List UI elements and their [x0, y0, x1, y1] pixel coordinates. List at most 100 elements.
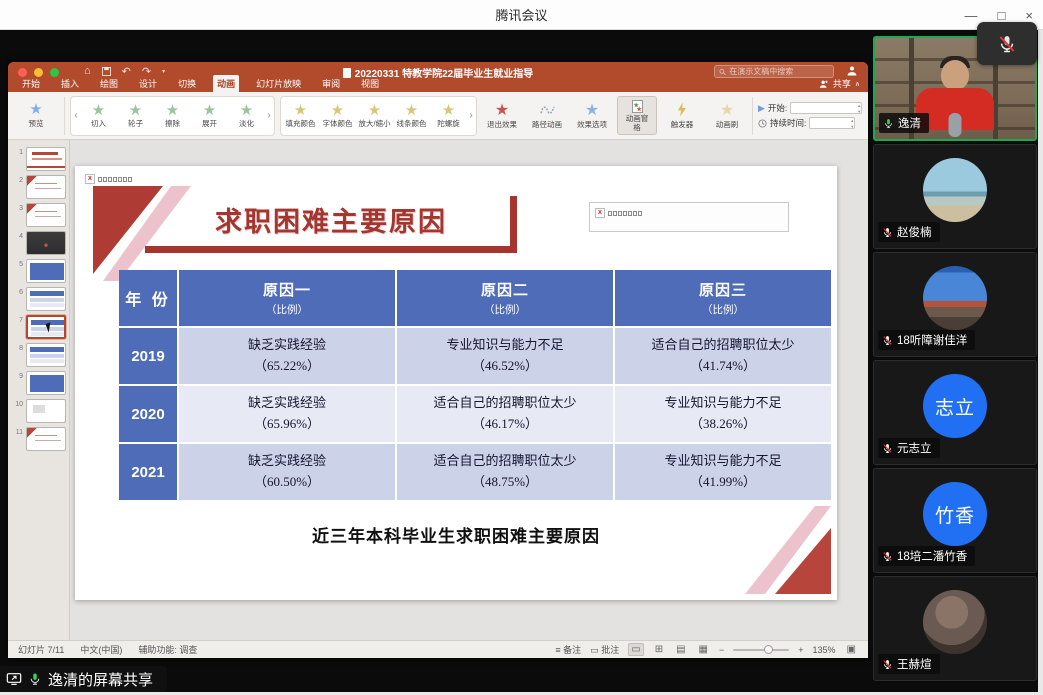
close-icon[interactable]: ×	[1025, 8, 1033, 23]
accessibility-status[interactable]: 辅助功能: 调查	[138, 643, 197, 656]
slide-indicator: 幻灯片 7/11	[18, 643, 64, 656]
maximize-icon[interactable]: □	[998, 8, 1006, 23]
mic-muted-icon	[882, 659, 893, 670]
trigger-button[interactable]: 触发器	[662, 102, 702, 130]
language-status[interactable]: 中文(中国)	[80, 643, 122, 656]
start-play-icon: ▶	[758, 103, 765, 114]
thumbnail-slide-6[interactable]: 6	[14, 287, 69, 311]
exit-effects-button[interactable]: ★ 退出效果	[482, 102, 522, 130]
thumbnail-slide-1[interactable]: 1	[14, 147, 69, 171]
window-title: 腾讯会议	[495, 5, 547, 24]
effect-wipe-in[interactable]: ★切入	[80, 103, 117, 129]
table-header-year: 年 份	[125, 286, 170, 310]
participant-tile[interactable]: 王赫煊	[873, 576, 1037, 681]
missing-media-placeholder: x	[85, 174, 132, 184]
animation-pane-button[interactable]: ★★ 动画窗格	[617, 96, 657, 134]
preview-button[interactable]: ★ 预览	[13, 103, 59, 129]
reading-view-icon[interactable]: ▤	[674, 644, 687, 655]
notes-icon: ≡	[555, 645, 560, 655]
participant-tile[interactable]: 18听障谢佳洋	[873, 252, 1037, 357]
slide-table[interactable]: 年 份 原因一（比例） 原因二（比例） 原因三（比例） 2019 缺乏实践经验（…	[119, 270, 831, 500]
tab-slideshow[interactable]: 幻灯片放映	[252, 75, 305, 92]
slide-sorter-icon[interactable]: ⊞	[653, 644, 665, 655]
add-person-icon	[819, 79, 829, 89]
tab-home[interactable]: 开始	[18, 75, 44, 92]
effect-spin[interactable]: ★陀螺旋	[430, 103, 467, 129]
tab-draw[interactable]: 绘图	[96, 75, 122, 92]
mic-muted-icon	[882, 443, 893, 454]
fit-to-window-icon[interactable]: ▣	[845, 644, 858, 655]
title-vertical-bar	[510, 196, 517, 253]
thumbnail-slide-10[interactable]: 10	[14, 399, 69, 423]
entrance-effects-gallery: ‹ ★切入 ★轮子 ★擦除 ★展开 ★淡化 ›	[70, 96, 275, 136]
motion-path-button[interactable]: 路径动画	[527, 102, 567, 130]
mic-muted-icon	[882, 335, 893, 346]
effect-grow-shrink[interactable]: ★放大/缩小	[356, 103, 393, 129]
search-icon	[719, 68, 726, 76]
normal-view-icon[interactable]: ▭	[628, 643, 643, 656]
participant-tile[interactable]: 赵俊楠	[873, 144, 1037, 249]
tab-review[interactable]: 审阅	[318, 75, 344, 92]
thumbnail-slide-8[interactable]: 8	[14, 343, 69, 367]
participant-name-chip: 18听障谢佳洋	[878, 330, 975, 350]
minimize-icon[interactable]: —	[965, 8, 978, 23]
stepper-icon[interactable]: ▴▾	[851, 118, 853, 129]
emphasis-star-icon: ★	[405, 103, 418, 118]
effect-options-button[interactable]: ★ 效果选项	[572, 102, 612, 130]
thumbnail-slide-7-selected[interactable]: 7	[14, 315, 69, 339]
thumbnail-slide-5[interactable]: 5	[14, 259, 69, 283]
effect-expand[interactable]: ★展开	[191, 103, 228, 129]
gallery-left-icon[interactable]: ‹	[72, 110, 80, 121]
gallery-right-icon[interactable]: ›	[467, 110, 475, 121]
duration-field[interactable]: ▴▾	[809, 117, 855, 129]
media-placeholder-box[interactable]: x	[589, 202, 789, 232]
tab-view[interactable]: 视图	[357, 75, 383, 92]
thumbnail-slide-11[interactable]: 11	[14, 427, 69, 451]
gallery-right-icon[interactable]: ›	[265, 110, 273, 121]
collapse-ribbon-icon[interactable]: ∧	[855, 80, 860, 88]
notes-toggle[interactable]: ≡ 备注	[555, 643, 581, 656]
start-dropdown[interactable]: ▴▾	[790, 102, 862, 114]
thumbnail-slide-9[interactable]: 9	[14, 371, 69, 395]
tab-design[interactable]: 设计	[135, 75, 161, 92]
animation-painter-button[interactable]: ★ 动画刷	[707, 102, 747, 130]
meeting-stage: ⌂ ↶ ↷ ▾ 20220331 特教学院22届毕业生就业指导 开始 插入	[0, 30, 1043, 695]
tab-insert[interactable]: 插入	[57, 75, 83, 92]
stepper-icon[interactable]: ▴▾	[858, 103, 860, 114]
slideshow-icon[interactable]: ▦	[697, 644, 710, 655]
comments-toggle[interactable]: ▭ 批注	[590, 643, 619, 656]
share-button[interactable]: 共享 ∧	[819, 77, 860, 92]
entrance-star-icon: ★	[240, 103, 253, 118]
effect-line-color[interactable]: ★线条颜色	[393, 103, 430, 129]
account-icon[interactable]	[846, 65, 858, 77]
table-row-year: 2021	[119, 444, 177, 500]
table-header-reason3: 原因三	[699, 279, 747, 300]
thumbnail-slide-2[interactable]: 2	[14, 175, 69, 199]
zoom-level[interactable]: 135%	[813, 645, 836, 655]
participant-tile[interactable]: 志立 元志立	[873, 360, 1037, 465]
zoom-in-icon[interactable]: +	[798, 645, 803, 655]
search-input[interactable]	[729, 67, 829, 76]
table-cell: 适合自己的招聘职位太少（46.17%）	[397, 386, 613, 442]
zoom-out-icon[interactable]: −	[719, 645, 724, 655]
mic-active-icon	[28, 672, 42, 686]
effect-wheel[interactable]: ★轮子	[117, 103, 154, 129]
tab-transitions[interactable]: 切换	[174, 75, 200, 92]
search-box[interactable]	[714, 65, 834, 78]
self-mute-indicator[interactable]	[977, 22, 1037, 65]
participant-tile[interactable]: 竹香 18培二潘竹香	[873, 468, 1037, 573]
entrance-star-icon: ★	[129, 103, 142, 118]
preview-star-icon: ★	[29, 103, 42, 117]
thumbnail-slide-4[interactable]: 4	[14, 231, 69, 255]
effect-font-color[interactable]: ★字体颜色	[319, 103, 356, 129]
sidebar-scrollbar[interactable]	[1038, 30, 1043, 692]
zoom-slider[interactable]	[733, 649, 789, 651]
effect-fill-color[interactable]: ★填充颜色	[282, 103, 319, 129]
broken-image-icon: x	[85, 174, 95, 184]
thumbnail-slide-3[interactable]: 3	[14, 203, 69, 227]
tab-animations[interactable]: 动画	[213, 75, 239, 92]
slide-canvas[interactable]: x 求职困难主要原因 x	[75, 166, 837, 600]
zoom-slider-knob[interactable]	[764, 645, 773, 654]
effect-wipe[interactable]: ★擦除	[154, 103, 191, 129]
effect-fade[interactable]: ★淡化	[228, 103, 265, 129]
